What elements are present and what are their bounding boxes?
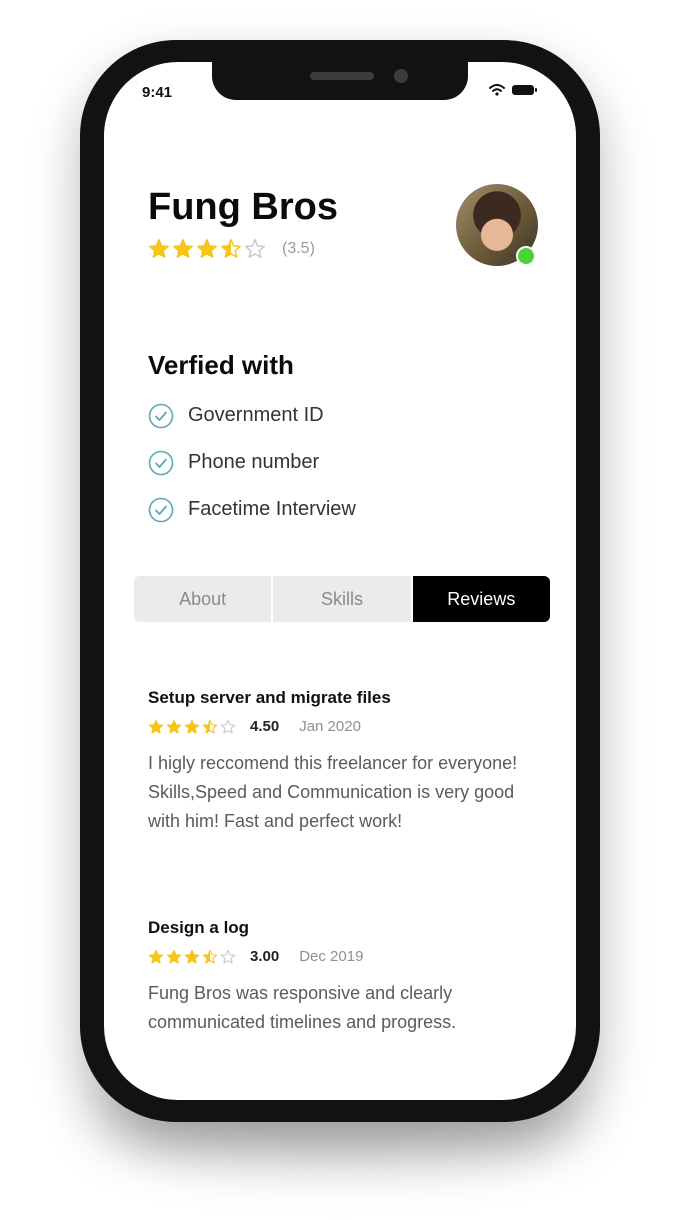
review-item: Setup server and migrate files 4.50 Jan … [148, 688, 538, 836]
review-date: Jan 2020 [299, 718, 361, 735]
review-item: Design a log 3.00 Dec 2019 Fung Bros was… [148, 918, 538, 1037]
star-full-icon [166, 949, 182, 964]
status-time: 9:41 [142, 84, 173, 101]
check-circle-icon [148, 403, 174, 428]
profile-rating: (3.5) [148, 238, 315, 260]
review-title: Setup server and migrate files [148, 688, 391, 707]
star-empty-icon [220, 719, 236, 734]
verified-item-phone-number: Phone number [148, 439, 356, 486]
star-full-icon [197, 239, 217, 258]
review-meta: 4.50 Jan 2020 [148, 718, 538, 735]
star-full-icon [166, 719, 182, 734]
phone-frame: 9:41 Fung Bros (3.5) Verfied with Govern… [80, 40, 600, 1122]
notch [212, 62, 468, 100]
review-text: Fung Bros was responsive and clearly com… [148, 983, 457, 1032]
rating-stars [148, 238, 266, 260]
verified-item-label: Facetime Interview [188, 498, 356, 520]
check-circle-icon [148, 497, 174, 522]
star-full-icon [184, 719, 200, 734]
star-full-icon [148, 949, 164, 964]
speaker-grille [310, 72, 374, 80]
check-circle-icon [148, 450, 174, 475]
verified-item-government-id: Government ID [148, 392, 356, 439]
front-camera [394, 69, 408, 83]
profile-tabs: About Skills Reviews [134, 576, 550, 622]
star-empty-icon [245, 239, 265, 258]
review-meta: 3.00 Dec 2019 [148, 948, 538, 965]
online-status-dot [516, 246, 536, 266]
review-score: 4.50 [250, 718, 280, 735]
verified-item-label: Government ID [188, 404, 324, 426]
star-full-icon [148, 719, 164, 734]
star-empty-icon [220, 949, 236, 964]
star-half-icon [202, 949, 218, 964]
review-stars [148, 719, 236, 735]
tab-skills[interactable]: Skills [271, 576, 411, 622]
star-full-icon [149, 239, 169, 258]
rating-value: (3.5) [282, 240, 315, 257]
tab-about[interactable]: About [134, 576, 272, 622]
review-stars [148, 949, 236, 965]
verified-list: Government ID Phone number Facetime Inte… [148, 392, 356, 533]
review-date: Dec 2019 [299, 948, 364, 965]
verified-item-facetime-interview: Facetime Interview [148, 486, 356, 533]
verified-item-label: Phone number [188, 451, 320, 473]
battery-icon [512, 85, 537, 95]
phone-screen: 9:41 Fung Bros (3.5) Verfied with Govern… [104, 62, 576, 1100]
review-score: 3.00 [250, 948, 280, 965]
tab-reviews[interactable]: Reviews [410, 576, 550, 622]
status-icons [489, 84, 537, 96]
star-full-icon [184, 949, 200, 964]
star-half-icon [221, 239, 241, 258]
review-text: I higly reccomend this freelancer for ev… [148, 753, 518, 831]
star-half-icon [202, 719, 218, 734]
wifi-icon [489, 84, 505, 96]
profile-name: Fung Bros [148, 186, 338, 228]
verified-title: Verfied with [148, 350, 294, 380]
review-title: Design a log [148, 918, 250, 937]
star-full-icon [173, 239, 193, 258]
